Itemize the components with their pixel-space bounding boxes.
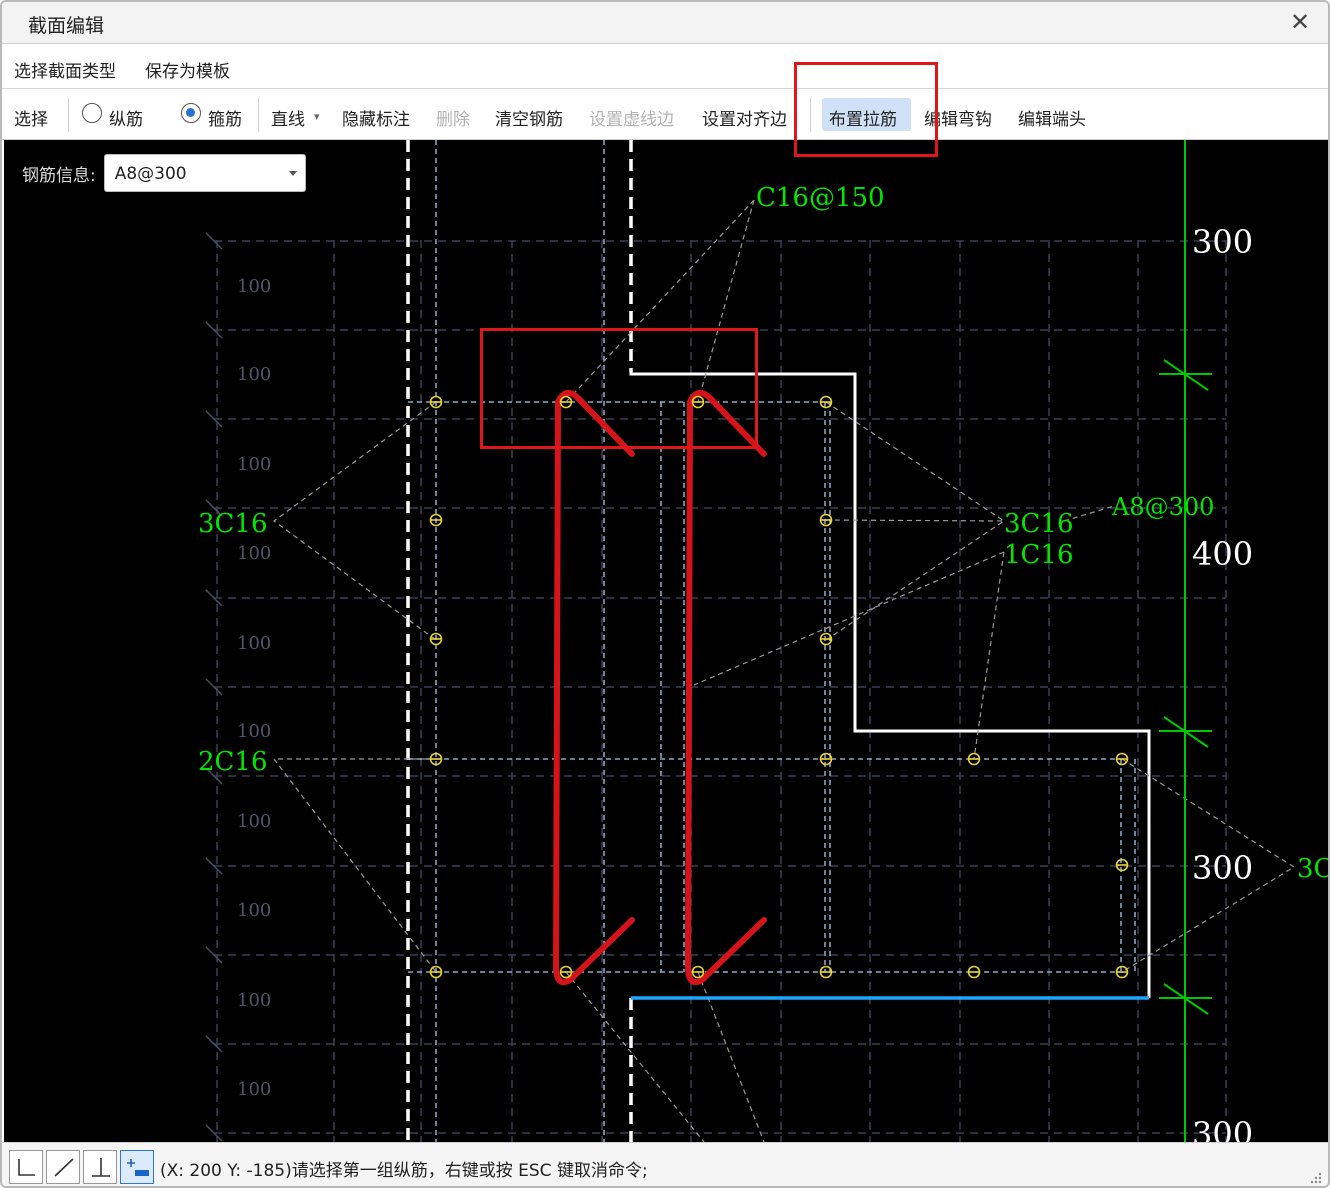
rebar-annotations: C16@150 3C16 2C16 3C16 1C16 A8@300 3C bbox=[198, 183, 1330, 884]
set-align-edge-button[interactable]: 设置对齐边 bbox=[702, 105, 787, 130]
menu-save-as-template[interactable]: 保存为模板 bbox=[145, 57, 230, 82]
status-bar: (X: 200 Y: -185)请选择第一组纵筋，右键或按 ESC 键取消命令; bbox=[2, 1142, 1328, 1186]
snap-icon[interactable] bbox=[120, 1150, 154, 1184]
set-dashed-edge-button[interactable]: 设置虚线边 bbox=[589, 105, 674, 130]
toolbar-separator bbox=[258, 98, 259, 132]
stirrup-label[interactable]: 箍筋 bbox=[208, 105, 242, 130]
row-label: 100 bbox=[237, 454, 271, 475]
resize-grip-icon[interactable] bbox=[1308, 1170, 1322, 1184]
hide-label-button[interactable]: 隐藏标注 bbox=[342, 105, 410, 130]
rebar-info-value: A8@300 bbox=[114, 164, 187, 184]
section-editor-window: 截面编辑 ✕ 选择截面类型 保存为模板 选择 纵筋 箍筋 直线 ▾ 隐藏标注 删… bbox=[0, 0, 1330, 1188]
edit-end-button[interactable]: 编辑端头 bbox=[1018, 105, 1086, 130]
rebar-info-label: 钢筋信息: bbox=[22, 165, 96, 186]
cad-drawing[interactable]: 100 100 100 100 100 100 100 100 100 100 bbox=[4, 140, 1330, 1142]
annotation-right-a[interactable]: 3C16 bbox=[1004, 509, 1074, 539]
annotation-far-right[interactable]: 3C bbox=[1297, 854, 1330, 884]
clear-rebar-button[interactable]: 清空钢筋 bbox=[495, 105, 563, 130]
close-button[interactable]: ✕ bbox=[1286, 8, 1314, 36]
rebar-guide-lines bbox=[408, 140, 1136, 1142]
menu-bar: 选择截面类型 保存为模板 bbox=[2, 44, 1328, 89]
place-tie-button[interactable]: 布置拉筋 bbox=[829, 105, 897, 130]
row-label: 100 bbox=[237, 990, 271, 1011]
dimension-text: 300 bbox=[1192, 1115, 1253, 1142]
dimension-text: 300 bbox=[1192, 223, 1253, 261]
row-label: 100 bbox=[237, 811, 271, 832]
menu-select-section-type[interactable]: 选择截面类型 bbox=[14, 57, 116, 82]
rebar-info-select[interactable]: A8@300 bbox=[103, 154, 306, 192]
line-button[interactable]: 直线 bbox=[271, 105, 305, 130]
row-label: 100 bbox=[237, 721, 271, 742]
row-label: 100 bbox=[237, 364, 271, 385]
dimension-line bbox=[1159, 140, 1212, 1142]
annotation-left-upper[interactable]: 3C16 bbox=[198, 509, 268, 539]
perpendicular-icon[interactable] bbox=[83, 1150, 117, 1184]
title-bar: 截面编辑 ✕ bbox=[2, 2, 1328, 44]
dimension-texts: 300 400 300 300 bbox=[1192, 223, 1253, 1142]
toolbar: 选择 纵筋 箍筋 直线 ▾ 隐藏标注 删除 清空钢筋 设置虚线边 设置对齐边 布… bbox=[2, 90, 1328, 140]
annotation-right-c[interactable]: A8@300 bbox=[1111, 493, 1214, 521]
annotation-right-b[interactable]: 1C16 bbox=[1004, 540, 1074, 570]
row-label: 100 bbox=[237, 900, 271, 921]
longitudinal-radio[interactable] bbox=[82, 103, 102, 123]
leader-lines bbox=[272, 199, 1296, 1142]
toolbar-separator bbox=[810, 98, 811, 132]
row-labels: 100 100 100 100 100 100 100 100 100 100 bbox=[237, 276, 271, 1100]
chevron-down-icon bbox=[288, 171, 297, 176]
select-button[interactable]: 选择 bbox=[14, 105, 48, 130]
polar-icon[interactable] bbox=[46, 1150, 80, 1184]
row-label: 100 bbox=[237, 633, 271, 654]
line-dropdown-icon[interactable]: ▾ bbox=[314, 110, 320, 123]
annotation-top[interactable]: C16@150 bbox=[756, 183, 885, 213]
annotation-left-lower[interactable]: 2C16 bbox=[198, 747, 268, 777]
delete-button[interactable]: 删除 bbox=[436, 105, 470, 130]
longitudinal-label[interactable]: 纵筋 bbox=[109, 105, 143, 130]
row-label: 100 bbox=[237, 1079, 271, 1100]
dimension-text: 300 bbox=[1192, 849, 1253, 887]
section-outline bbox=[629, 372, 1151, 998]
rebar-info-panel: 钢筋信息: A8@300 bbox=[22, 154, 306, 192]
row-label: 100 bbox=[237, 543, 271, 564]
dimension-text: 400 bbox=[1192, 535, 1253, 573]
edit-hook-button[interactable]: 编辑弯钩 bbox=[924, 105, 992, 130]
toolbar-separator bbox=[68, 98, 69, 132]
row-label: 100 bbox=[237, 276, 271, 297]
section-canvas[interactable]: 100 100 100 100 100 100 100 100 100 100 bbox=[4, 140, 1330, 1142]
stirrup-radio[interactable] bbox=[181, 103, 201, 123]
status-message: (X: 200 Y: -185)请选择第一组纵筋，右键或按 ESC 键取消命令; bbox=[160, 1161, 648, 1181]
ortho-icon[interactable] bbox=[9, 1150, 43, 1184]
window-title: 截面编辑 bbox=[28, 15, 105, 37]
